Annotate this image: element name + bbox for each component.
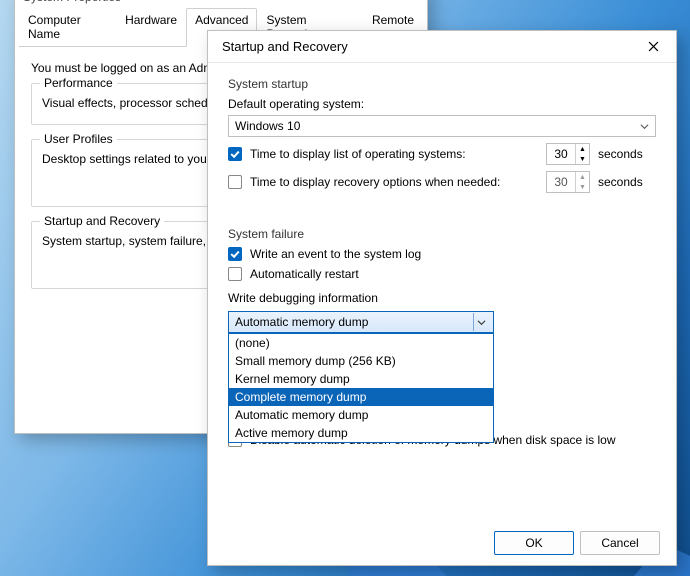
tab-hardware[interactable]: Hardware [116,8,186,47]
row-time-list: Time to display list of operating system… [228,143,656,165]
legend-performance: Performance [40,76,117,90]
label-debug-info: Write debugging information [228,291,656,305]
tab-computer-name[interactable]: Computer Name [19,8,116,47]
default-os-select[interactable]: Windows 10 [228,115,656,137]
label-auto-restart: Automatically restart [250,267,656,281]
spinner-time-recovery: ▲▼ [546,171,590,193]
spinner-time-list-input[interactable] [547,144,575,164]
startup-recovery-dialog: Startup and Recovery System startup Defa… [207,30,677,566]
label-time-list: Time to display list of operating system… [250,147,546,161]
debug-combo-value: Automatic memory dump [235,315,368,329]
debug-option[interactable]: Automatic memory dump [229,406,493,424]
close-button[interactable] [638,32,668,62]
back-title: System Properties [15,0,427,7]
front-titlebar: Startup and Recovery [208,31,676,63]
checkbox-time-recovery[interactable] [228,175,242,189]
checkbox-time-list[interactable] [228,147,242,161]
debug-dropdown[interactable]: (none)Small memory dump (256 KB)Kernel m… [228,333,494,443]
spinner-up-icon[interactable]: ▲ [576,144,589,154]
spinner-down-icon: ▼ [576,182,589,192]
unit-time-list: seconds [598,147,656,161]
debug-option[interactable]: Active memory dump [229,424,493,442]
row-auto-restart: Automatically restart [228,267,656,281]
unit-time-recovery: seconds [598,175,656,189]
debug-option[interactable]: (none) [229,334,493,352]
legend-startup-recovery: Startup and Recovery [40,214,164,228]
checkbox-auto-restart[interactable] [228,267,242,281]
front-footer: OK Cancel [494,531,660,555]
row-time-recovery: Time to display recovery options when ne… [228,171,656,193]
spinner-time-list[interactable]: ▲▼ [546,143,590,165]
chevron-down-icon [640,122,649,131]
spinner-up-icon: ▲ [576,172,589,182]
checkbox-write-log[interactable] [228,247,242,261]
default-os-value: Windows 10 [235,119,300,133]
cancel-button[interactable]: Cancel [580,531,660,555]
debug-option[interactable]: Small memory dump (256 KB) [229,352,493,370]
debug-option[interactable]: Kernel memory dump [229,370,493,388]
debug-combo-wrap: Automatic memory dump (none)Small memory… [228,311,494,333]
label-time-recovery: Time to display recovery options when ne… [250,175,546,189]
debug-combo[interactable]: Automatic memory dump [228,311,494,333]
label-default-os: Default operating system: [228,97,656,111]
section-system-startup: System startup [228,77,656,91]
debug-option[interactable]: Complete memory dump [229,388,493,406]
close-icon [648,41,659,52]
legend-user-profiles: User Profiles [40,132,117,146]
spinner-down-icon[interactable]: ▼ [576,154,589,164]
ok-button[interactable]: OK [494,531,574,555]
section-system-failure: System failure [228,227,656,241]
label-write-log: Write an event to the system log [250,247,656,261]
row-write-log: Write an event to the system log [228,247,656,261]
spinner-time-recovery-input [547,172,575,192]
front-title: Startup and Recovery [222,39,348,54]
chevron-down-icon [477,318,486,327]
